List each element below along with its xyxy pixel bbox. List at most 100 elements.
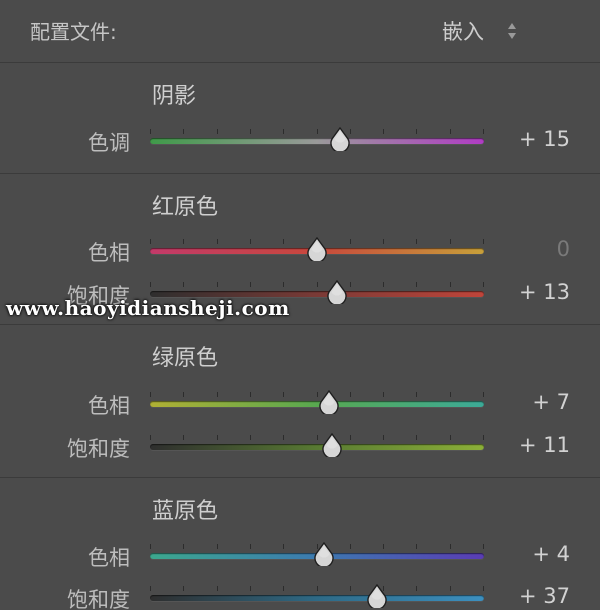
- slider-tick: [450, 129, 451, 134]
- slider-tick: [283, 129, 284, 134]
- slider-tick: [250, 586, 251, 591]
- slider-tick: [283, 392, 284, 397]
- slider-thumb[interactable]: [318, 389, 340, 416]
- slider-tick: [483, 435, 484, 440]
- slider-tick: [317, 282, 318, 287]
- slider-tick: [450, 586, 451, 591]
- updown-chevron-icon[interactable]: [507, 22, 517, 40]
- slider-tick: [416, 392, 417, 397]
- slider-tick: [483, 129, 484, 134]
- slider-value: + 7: [532, 390, 570, 414]
- slider-tick: [350, 586, 351, 591]
- slider-tick: [416, 435, 417, 440]
- slider-tick: [150, 129, 151, 134]
- profile-label: 配置文件:: [30, 20, 117, 44]
- section-0: [0, 63, 600, 174]
- slider-tick: [283, 282, 284, 287]
- slider-tick: [416, 586, 417, 591]
- slider-tick: [283, 544, 284, 549]
- slider-tick: [383, 282, 384, 287]
- section-title: 蓝原色: [152, 499, 219, 524]
- slider-tick: [350, 239, 351, 244]
- profile-dropdown[interactable]: 嵌入: [442, 16, 484, 46]
- profile-row: 配置文件: 嵌入: [0, 0, 600, 63]
- slider-tick: [150, 544, 151, 549]
- slider-tick: [450, 282, 451, 287]
- slider-tick: [483, 282, 484, 287]
- slider-thumb[interactable]: [326, 279, 348, 306]
- slider-tick: [483, 392, 484, 397]
- slider-tick: [383, 544, 384, 549]
- slider-tick: [283, 239, 284, 244]
- slider-tick: [150, 239, 151, 244]
- slider-tick: [350, 544, 351, 549]
- slider-tick: [317, 435, 318, 440]
- slider-value: + 15: [519, 127, 570, 151]
- slider-tick: [317, 129, 318, 134]
- slider-label: 色相: [88, 394, 130, 418]
- slider-tick: [483, 544, 484, 549]
- slider-tick: [217, 282, 218, 287]
- slider-tick: [150, 586, 151, 591]
- slider-tick: [250, 544, 251, 549]
- slider-ticks: [150, 282, 484, 288]
- slider-tick: [150, 392, 151, 397]
- slider-value: + 4: [532, 542, 570, 566]
- slider-tick: [383, 392, 384, 397]
- slider-thumb[interactable]: [306, 236, 328, 263]
- slider-tick: [250, 392, 251, 397]
- slider-tick: [483, 239, 484, 244]
- slider-tick: [250, 282, 251, 287]
- slider-label: 饱和度: [67, 437, 130, 461]
- hsl-split-toning-panel: 配置文件: 嵌入 阴影 色调 + 15 红原色 色相 0 饱和度 + 13 绿原色 色相 + 7 饱和…: [0, 0, 600, 610]
- slider-value: + 11: [519, 433, 570, 457]
- slider-thumb[interactable]: [366, 583, 388, 610]
- slider-thumb[interactable]: [313, 541, 335, 568]
- slider-tick: [283, 586, 284, 591]
- slider-tick: [450, 392, 451, 397]
- slider-thumb[interactable]: [329, 126, 351, 153]
- slider-tick: [217, 586, 218, 591]
- slider-tick: [317, 586, 318, 591]
- slider-label: 色相: [88, 241, 130, 265]
- slider-label: 色相: [88, 546, 130, 570]
- slider-tick: [150, 435, 151, 440]
- slider-tick: [217, 129, 218, 134]
- slider-tick: [383, 435, 384, 440]
- slider-tick: [383, 239, 384, 244]
- slider-tick: [250, 435, 251, 440]
- slider-tick: [217, 435, 218, 440]
- slider-tick: [383, 129, 384, 134]
- slider-label: 色调: [88, 131, 130, 155]
- slider-tick: [250, 129, 251, 134]
- slider-tick: [217, 239, 218, 244]
- slider-tick: [217, 392, 218, 397]
- slider-tick: [350, 282, 351, 287]
- slider-tick: [183, 392, 184, 397]
- slider-value: + 37: [519, 584, 570, 608]
- slider-tick: [416, 544, 417, 549]
- slider-track[interactable]: [150, 444, 484, 450]
- slider-tick: [217, 544, 218, 549]
- slider-tick: [350, 435, 351, 440]
- slider-tick: [183, 544, 184, 549]
- section-title: 红原色: [152, 195, 219, 220]
- slider-tick: [483, 586, 484, 591]
- slider-ticks: [150, 586, 484, 592]
- slider-tick: [150, 282, 151, 287]
- slider-tick: [183, 129, 184, 134]
- slider-tick: [250, 239, 251, 244]
- watermark: www.haoyidiansheji.com: [6, 296, 290, 320]
- slider-tick: [416, 129, 417, 134]
- slider-tick: [450, 239, 451, 244]
- slider-label: 饱和度: [67, 588, 130, 610]
- section-title: 绿原色: [152, 346, 219, 371]
- slider-tick: [183, 586, 184, 591]
- slider-track[interactable]: [150, 138, 484, 144]
- slider-track[interactable]: [150, 595, 484, 601]
- slider-tick: [183, 282, 184, 287]
- slider-thumb[interactable]: [321, 432, 343, 459]
- slider-ticks: [150, 435, 484, 441]
- slider-value: + 13: [519, 280, 570, 304]
- section-title: 阴影: [152, 84, 197, 109]
